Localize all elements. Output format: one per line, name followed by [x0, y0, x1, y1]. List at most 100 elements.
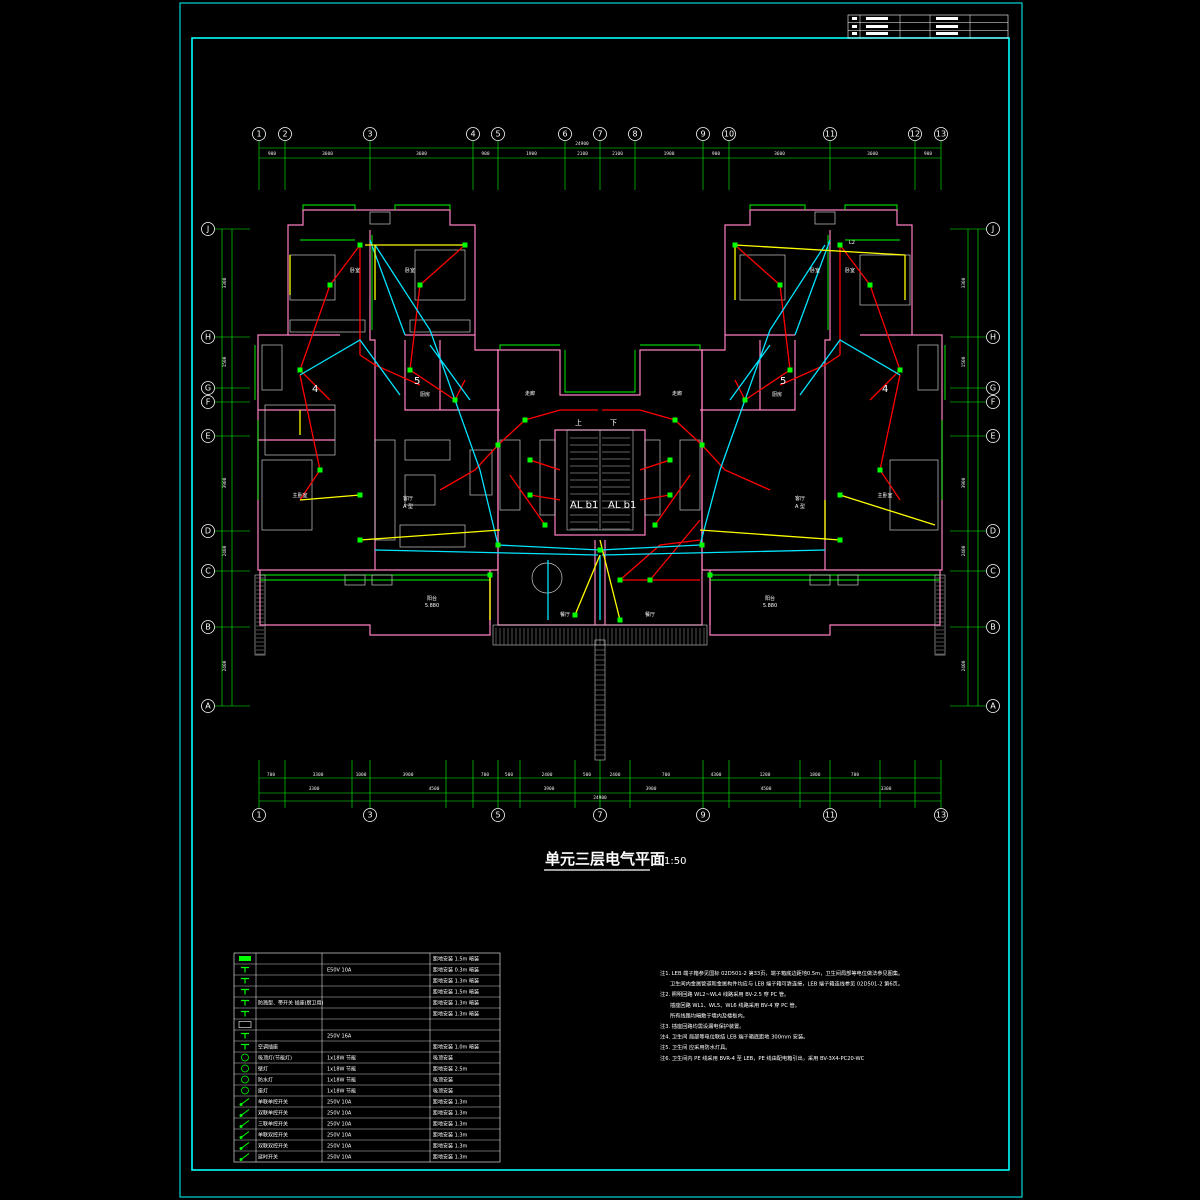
- stair-up-label: 上: [575, 418, 582, 427]
- grid-bubble-L-H: H: [201, 330, 250, 344]
- legend-spec: 250V 10A: [327, 1154, 352, 1160]
- device-marker: [357, 242, 363, 248]
- device-marker: [542, 522, 548, 528]
- device-marker: [777, 282, 783, 288]
- grid-label: 4: [470, 130, 475, 139]
- dim-bottom-row1: 1000: [356, 772, 367, 778]
- room-living-right: 客厅: [795, 495, 805, 502]
- switch-icon: [239, 1120, 250, 1128]
- room-bath-left: 厨房: [420, 391, 430, 398]
- legend-note: 吸顶安装: [433, 1087, 453, 1094]
- room-living-right-sub: A 型: [795, 503, 805, 510]
- device-marker: [837, 537, 843, 543]
- dim-bottom-row1: 500: [583, 772, 591, 778]
- grid-label: C: [990, 567, 996, 576]
- switch-icon: [239, 1109, 250, 1117]
- wall-left-lower: [258, 409, 335, 441]
- room-bedroom-tr1: 卧室: [810, 267, 820, 274]
- grid-bubble-L-F: F: [201, 395, 250, 409]
- grid-label: G: [205, 384, 211, 393]
- room-balcony-left: 阳台: [427, 595, 437, 602]
- device-marker: [572, 612, 578, 618]
- grid-label: 10: [724, 130, 734, 139]
- grid-label: 7: [597, 811, 602, 820]
- room-living-left: 客厅: [403, 495, 413, 502]
- device-marker: [787, 367, 793, 373]
- dim-top-seg: 1900: [526, 151, 537, 157]
- grid-bubble-R-F: F: [950, 395, 1000, 409]
- dim-left-side: 3300: [222, 277, 228, 288]
- note-line: 所有线路均暗敷于墙内及楼板内。: [670, 1011, 748, 1019]
- device-marker: [742, 397, 748, 403]
- grid-label: J: [991, 225, 994, 234]
- legend-name: 延时开关: [258, 1153, 278, 1160]
- grid-bubble-top-13: 13: [934, 127, 948, 141]
- legend-spec: 250V 10A: [327, 1110, 352, 1116]
- grid-label: 3: [367, 130, 372, 139]
- wall-right-inner-1: [824, 230, 831, 570]
- grid-label: 5: [495, 811, 500, 820]
- sofa-left: [374, 439, 396, 541]
- socket-icon: [241, 966, 249, 973]
- room-bedroom-tr2: 卧室: [845, 267, 855, 274]
- note-line: 注4. 卫生间 局部等电位联结 LEB 端子箱底距地 300mm 安装。: [660, 1033, 808, 1041]
- note-line: 插座回路 WL1、WL5、WL6 线路采用 BV-4 穿 PC 管。: [670, 1001, 800, 1009]
- dim-left-side: 3900: [222, 477, 228, 488]
- bed-left-2: [414, 249, 466, 301]
- grid-bubble-R-A: A: [950, 699, 1000, 713]
- legend-spec: 1x18W 节能: [327, 1054, 356, 1061]
- dim-bottom-row2: 3300: [881, 786, 892, 792]
- dim-bottom-row1: 2400: [542, 772, 553, 778]
- legend-spec: 250V 10A: [327, 1132, 352, 1138]
- grid-label: 7: [597, 130, 602, 139]
- bed-left-1: [289, 254, 336, 301]
- circuit-4-left: 4: [312, 384, 318, 395]
- legend-spec: 1x18W 节能: [327, 1065, 356, 1072]
- legend-name: 防溅型、带开关 插座(厨卫用): [258, 999, 324, 1006]
- device-marker: [667, 492, 673, 498]
- electrical-floor-plan: 900 3600 3600 900 1900 2100 2100 1900 900 3600 360…: [179, 2, 1023, 1198]
- grid-bubble-top-2: 2: [278, 127, 292, 141]
- panel-icon: [239, 956, 251, 961]
- dim-right-side: 3900: [961, 477, 967, 488]
- grid-bubble-L-B: B: [201, 620, 250, 634]
- room-labels: 卧室 卧室 卧室 卧室 厨房 厨房 主卧室 主卧室 客厅 A 型 客厅 A 型 …: [292, 240, 892, 618]
- room-bedroom-tl1: 卧室: [350, 267, 360, 274]
- legend-spec: 250V 10A: [327, 1099, 352, 1105]
- legend-spec: 250V 10A: [327, 1121, 352, 1127]
- room-kitchen-left: 走廊: [525, 390, 535, 397]
- dim-bottom-row2: 4500: [429, 786, 440, 792]
- drawing-title: 单元三层电气平面: [545, 850, 665, 868]
- grid-bubble-bottom-3: 3: [363, 808, 377, 822]
- socket-icon: [241, 1032, 249, 1039]
- bath-left-fixture: [261, 344, 283, 391]
- grid-bubble-top-4: 4: [466, 127, 480, 141]
- grid-bubble-L-J: J: [201, 222, 250, 236]
- legend-name: 单联单控开关: [258, 1098, 288, 1105]
- grid-bubble-bottom-1: 1: [252, 808, 266, 822]
- dim-bottom-row1: 3900: [403, 772, 414, 778]
- tv-left: [404, 439, 451, 461]
- grid-bubble-top-8: 8: [628, 127, 642, 141]
- grid-label: 11: [825, 811, 835, 820]
- grid-bubble-bottom-5: 5: [491, 808, 505, 822]
- grid-label: H: [990, 333, 996, 342]
- legend-spec: 1x18W 节能: [327, 1076, 356, 1083]
- legend-name: 吸顶灯(节能灯): [258, 1054, 292, 1061]
- grid-bubble-R-J: J: [950, 222, 1000, 236]
- ac-unit-1: [369, 211, 391, 225]
- panel-label-left: AL b1: [570, 500, 598, 511]
- grid-label: B: [990, 623, 996, 632]
- room-living-left-sub: A 型: [403, 503, 413, 510]
- device-marker: [487, 572, 493, 578]
- note-line: 注2. 照明回路 WL2~WL4 线路采用 BV-2.5 穿 PC 管。: [660, 990, 789, 998]
- dim-bottom-row1: 4300: [711, 772, 722, 778]
- note-line: 注6. 卫生间内 PE 线采用 BVR-4 至 LEB，PE 线由配电箱引出，采…: [660, 1054, 865, 1062]
- legend-spec: 1x18W 节能: [327, 1087, 356, 1094]
- device-marker: [672, 417, 678, 423]
- circuit-4-right: 4: [882, 384, 888, 395]
- grid-bubble-L-A: A: [201, 699, 250, 713]
- dim-bottom-row1: 1200: [760, 772, 771, 778]
- dim-top-seg: 3600: [774, 151, 785, 157]
- device-marker: [699, 442, 705, 448]
